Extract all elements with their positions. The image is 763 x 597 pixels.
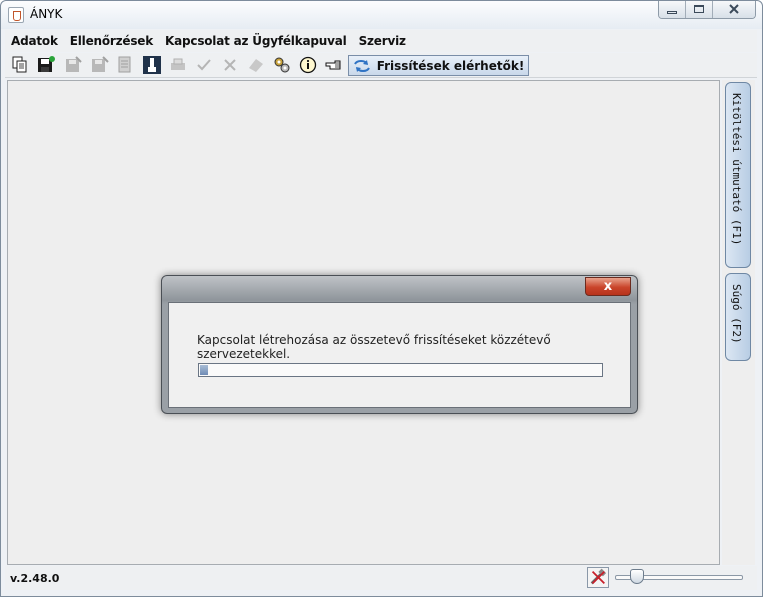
application-window: ÁNYK Adatok Ellenőrzések Kapcsolat az Üg… bbox=[0, 0, 763, 597]
progress-bar bbox=[198, 363, 603, 377]
close-icon bbox=[729, 4, 739, 14]
filling-guide-tab[interactable]: Kitöltési útmutató (F1) bbox=[725, 82, 751, 268]
menu-kapcsolat-ugyfelkapu[interactable]: Kapcsolat az Ügyfélkapuval bbox=[159, 34, 353, 48]
help-tab[interactable]: Súgó (F2) bbox=[725, 273, 751, 361]
side-tab-panel: Kitöltési útmutató (F1) Súgó (F2) bbox=[722, 80, 755, 565]
gears-icon[interactable] bbox=[273, 56, 291, 74]
close-button[interactable] bbox=[713, 1, 755, 18]
check-disabled-icon bbox=[195, 56, 213, 74]
window-controls bbox=[658, 1, 756, 19]
filling-guide-tab-label: Kitöltési útmutató (F1) bbox=[730, 93, 743, 246]
signature-disabled-icon bbox=[247, 56, 265, 74]
print-disabled-icon bbox=[169, 56, 187, 74]
pointing-hand-icon[interactable] bbox=[325, 56, 343, 74]
version-label: v.2.48.0 bbox=[10, 572, 60, 585]
zoom-slider-thumb[interactable] bbox=[630, 569, 644, 584]
menu-adatok[interactable]: Adatok bbox=[5, 34, 64, 48]
cross-disabled-icon bbox=[221, 56, 239, 74]
toolbar: Frissítések elérhetők! bbox=[5, 53, 757, 78]
save-disabled-icon bbox=[65, 56, 83, 74]
refresh-arrows-icon bbox=[353, 59, 370, 72]
hammer-cancel-icon[interactable] bbox=[587, 567, 609, 588]
copy-icon[interactable] bbox=[11, 56, 29, 74]
updates-available-label: Frissítések elérhetők! bbox=[376, 58, 525, 73]
archive-disabled-icon bbox=[117, 56, 135, 74]
maximize-icon bbox=[694, 5, 704, 13]
dialog-close-button[interactable]: x bbox=[585, 277, 631, 296]
title-bar[interactable]: ÁNYK bbox=[1, 1, 762, 29]
window-title: ÁNYK bbox=[30, 7, 63, 21]
save-icon[interactable] bbox=[37, 56, 55, 74]
maximize-button[interactable] bbox=[686, 1, 713, 18]
updates-available-button[interactable]: Frissítések elérhetők! bbox=[348, 55, 529, 76]
status-bar: v.2.48.0 bbox=[5, 566, 757, 590]
info-icon[interactable] bbox=[299, 56, 317, 74]
dialog-message: Kapcsolat létrehozása az összetevő friss… bbox=[197, 333, 551, 361]
java-app-icon bbox=[8, 7, 24, 23]
key-icon[interactable] bbox=[143, 56, 161, 74]
minimize-button[interactable] bbox=[659, 1, 686, 18]
menu-bar: Adatok Ellenőrzések Kapcsolat az Ügyfélk… bbox=[5, 30, 757, 52]
menu-szerviz[interactable]: Szerviz bbox=[353, 34, 412, 48]
save-as-disabled-icon bbox=[91, 56, 109, 74]
help-tab-label: Súgó (F2) bbox=[730, 284, 743, 344]
progress-bar-fill bbox=[200, 365, 208, 375]
dialog-body: Kapcsolat létrehozása az összetevő friss… bbox=[168, 302, 631, 408]
connection-progress-dialog: x Kapcsolat létrehozása az összetevő fri… bbox=[161, 275, 638, 414]
menu-ellenorzesek[interactable]: Ellenőrzések bbox=[64, 34, 159, 48]
minimize-icon bbox=[667, 11, 677, 14]
